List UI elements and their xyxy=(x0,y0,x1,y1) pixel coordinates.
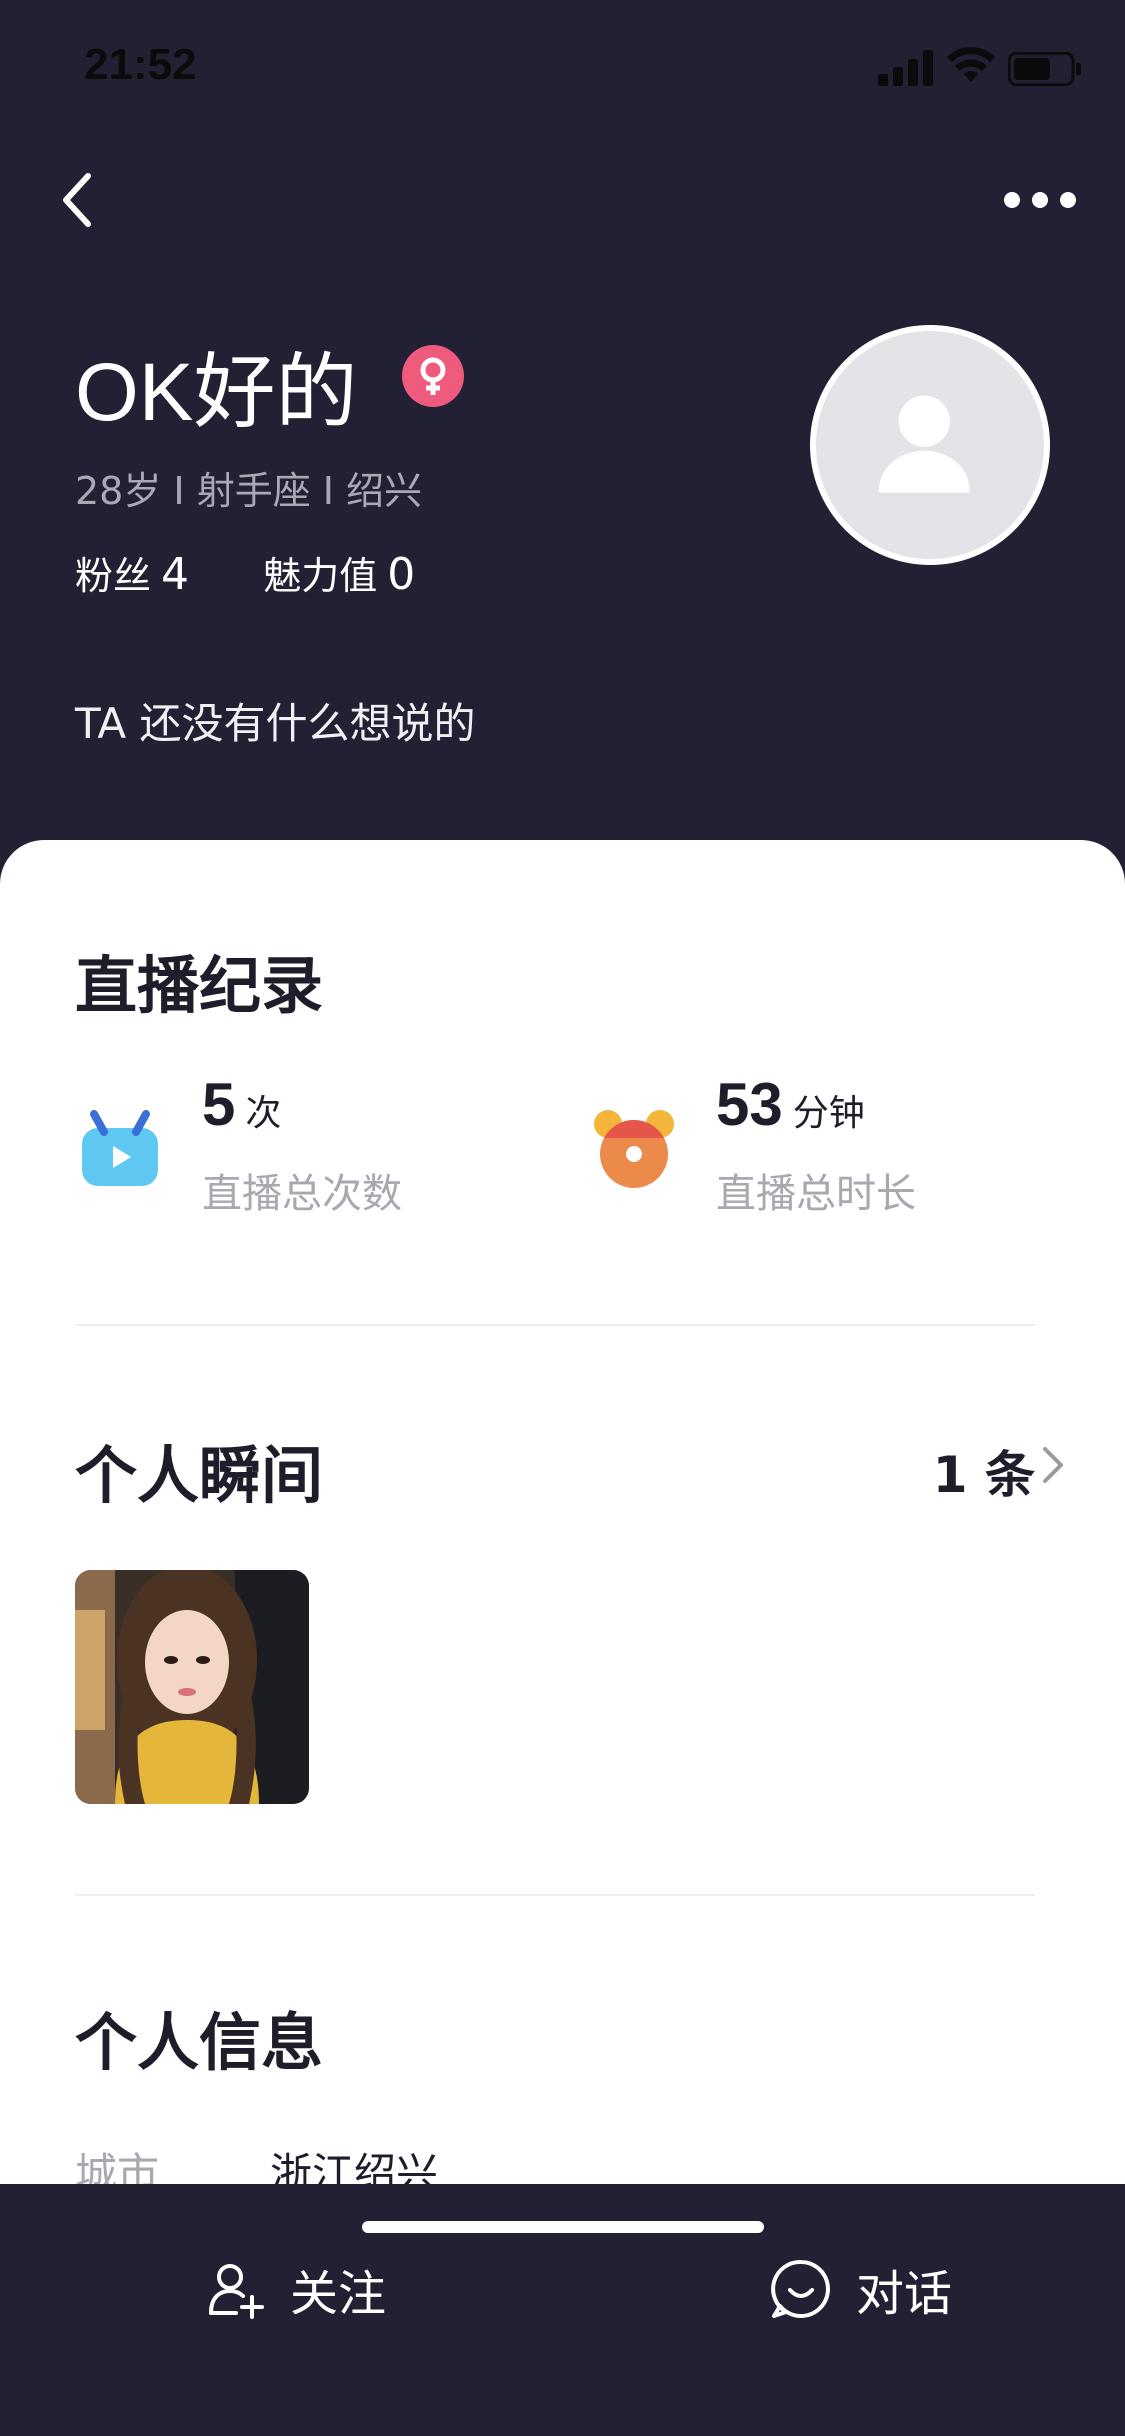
profile-name: OK好的 xyxy=(75,347,358,438)
live-duration-stat: 53 分钟 直播总时长 xyxy=(716,1070,916,1219)
profile-stats: 粉丝 4 魅力值 0 xyxy=(75,545,415,600)
moments-title: 个人瞬间 xyxy=(75,1439,324,1512)
status-time: 21:52 xyxy=(84,40,197,89)
live-duration-value: 53 xyxy=(716,1071,783,1138)
personal-info-title: 个人信息 xyxy=(75,2006,324,2079)
chat-icon xyxy=(771,2259,830,2318)
divider xyxy=(75,1894,1035,1896)
follow-button[interactable]: 关注 xyxy=(206,2244,386,2334)
home-indicator xyxy=(362,2221,764,2233)
content-card: 直播纪录 5次 直播总次数 53 分钟 直播总时长 个人瞬间 1 条 个人信息 … xyxy=(0,840,1125,2184)
profile-meta: 28岁 I 射手座 I 绍兴 xyxy=(75,469,423,513)
moment-photo-image xyxy=(75,1570,309,1804)
nav-bar xyxy=(0,140,1125,260)
live-count-unit: 次 xyxy=(245,1093,282,1134)
info-row-city: 城市 浙江绍兴 xyxy=(75,2140,438,2184)
alarm-clock-icon xyxy=(594,1110,674,1188)
user-placeholder-icon xyxy=(878,395,970,493)
fans-count: 4 xyxy=(161,549,190,600)
add-user-icon xyxy=(209,2264,264,2319)
fans-label: 粉丝 xyxy=(75,554,152,598)
signal-icon xyxy=(878,50,933,86)
city-value: 浙江绍兴 xyxy=(270,2149,439,2184)
charm-label: 魅力值 xyxy=(263,554,378,598)
live-count-label: 直播总次数 xyxy=(202,1171,402,1217)
live-duration-label: 直播总时长 xyxy=(716,1171,916,1217)
back-icon[interactable] xyxy=(58,170,98,230)
battery-icon xyxy=(1008,52,1081,86)
moment-photo[interactable] xyxy=(75,1570,309,1804)
wifi-icon xyxy=(947,47,995,82)
chat-label: 对话 xyxy=(856,2266,953,2322)
avatar[interactable] xyxy=(810,325,1050,565)
divider xyxy=(75,1324,1035,1326)
more-icon[interactable] xyxy=(1000,180,1080,220)
chat-button[interactable]: 对话 xyxy=(770,2244,952,2334)
moments-count-link[interactable]: 1 条 xyxy=(933,1435,1035,1507)
city-key: 城市 xyxy=(75,2149,160,2184)
live-count-stat: 5次 直播总次数 xyxy=(202,1070,402,1219)
follow-label: 关注 xyxy=(290,2266,387,2322)
profile-bio: TA 还没有什么想说的 xyxy=(75,699,476,748)
live-record-title: 直播纪录 xyxy=(75,949,324,1022)
charm-value: 0 xyxy=(387,549,416,600)
status-bar: 21:52 xyxy=(0,0,1125,132)
chevron-right-icon[interactable] xyxy=(1041,1445,1065,1485)
female-icon xyxy=(402,345,464,407)
live-duration-unit: 分钟 xyxy=(792,1093,865,1134)
live-count-value: 5 xyxy=(202,1071,236,1138)
live-tv-icon xyxy=(82,1110,158,1186)
